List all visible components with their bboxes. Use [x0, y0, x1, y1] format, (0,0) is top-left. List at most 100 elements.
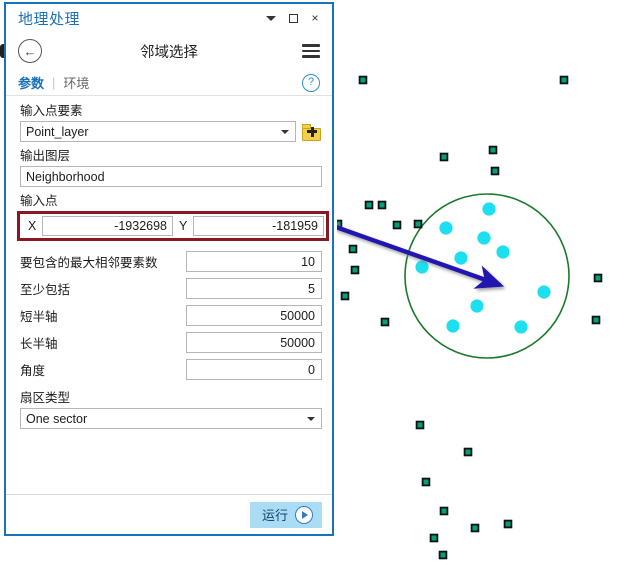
input-point-label: 输入点	[20, 194, 58, 208]
unselected-point[interactable]	[415, 420, 425, 430]
minor-semiaxis-value: 50000	[280, 308, 315, 323]
selected-point[interactable]	[470, 299, 484, 313]
angle-row: 角度 0	[20, 356, 322, 383]
unselected-point[interactable]	[503, 519, 513, 529]
input-point-highlight-box: X -1932698 Y -181959	[17, 211, 329, 241]
input-features-row: Point_layer	[20, 121, 322, 142]
panel-title-bar: 地理处理 ×	[6, 4, 332, 32]
play-icon	[295, 505, 313, 524]
min-neighbors-row: 至少包括 5	[20, 275, 322, 302]
run-button[interactable]: 运行	[249, 501, 322, 528]
unselected-point[interactable]	[392, 220, 402, 230]
plus-horizontal	[307, 130, 317, 133]
output-layer-input[interactable]: Neighborhood	[20, 166, 322, 187]
unselected-point[interactable]	[490, 166, 500, 176]
map-graphics	[337, 75, 603, 560]
y-coordinate-value: -181959	[272, 219, 318, 233]
angle-label: 角度	[20, 364, 46, 378]
close-icon: ×	[311, 11, 319, 25]
output-layer-value: Neighborhood	[26, 169, 105, 184]
unselected-point[interactable]	[350, 265, 360, 275]
hamburger-line	[302, 44, 320, 47]
output-layer-group: 输出图层 Neighborhood	[20, 149, 322, 187]
max-neighbors-value: 10	[301, 254, 315, 269]
input-features-label: 输入点要素	[20, 104, 83, 118]
unselected-point[interactable]	[438, 550, 448, 560]
parameters-form: 输入点要素 Point_layer 输出图层 Neighborhood 输入点 …	[6, 96, 332, 494]
max-neighbors-label: 要包含的最大相邻要素数	[20, 256, 158, 270]
output-layer-label: 输出图层	[20, 149, 71, 163]
unselected-point[interactable]	[348, 244, 358, 254]
angle-input[interactable]: 0	[186, 359, 322, 380]
unselected-point[interactable]	[559, 75, 569, 85]
add-data-folder-icon[interactable]	[302, 122, 322, 142]
chevron-down-icon	[307, 416, 315, 421]
unselected-point[interactable]	[593, 273, 603, 283]
play-triangle	[302, 510, 308, 519]
minor-semiaxis-input[interactable]: 50000	[186, 305, 322, 326]
major-semiaxis-input[interactable]: 50000	[186, 332, 322, 353]
selected-point[interactable]	[514, 320, 528, 334]
tab-separator: |	[52, 75, 56, 90]
unselected-point[interactable]	[413, 219, 423, 229]
selected-point[interactable]	[496, 245, 510, 259]
tab-environments[interactable]: 环境	[63, 73, 89, 92]
input-features-value: Point_layer	[26, 124, 89, 139]
panel-title: 地理处理	[18, 10, 81, 28]
selected-point[interactable]	[537, 285, 551, 299]
annotation-arrow	[337, 225, 505, 289]
input-point-group: 输入点 X -1932698 Y -181959	[17, 194, 329, 241]
selected-point[interactable]	[446, 319, 460, 333]
max-neighbors-row: 要包含的最大相邻要素数 10	[20, 248, 322, 275]
selected-point[interactable]	[482, 202, 496, 216]
maximize-icon	[288, 13, 298, 23]
selected-point[interactable]	[454, 251, 468, 265]
major-semiaxis-row: 长半轴 50000	[20, 329, 322, 356]
major-semiaxis-label: 长半轴	[20, 337, 58, 351]
unselected-point[interactable]	[421, 477, 431, 487]
minor-semiaxis-row: 短半轴 50000	[20, 302, 322, 329]
sector-type-group: 扇区类型 One sector	[20, 391, 322, 429]
tool-title: 邻域选择	[140, 44, 198, 61]
panel-close-button[interactable]: ×	[304, 8, 326, 28]
unselected-point[interactable]	[364, 200, 374, 210]
unselected-point[interactable]	[470, 523, 480, 533]
major-semiaxis-value: 50000	[280, 335, 315, 350]
max-neighbors-input[interactable]: 10	[186, 251, 322, 272]
x-coordinate-value: -1932698	[114, 219, 167, 233]
y-coordinate-input[interactable]: -181959	[193, 216, 324, 236]
panel-maximize-button[interactable]	[282, 8, 304, 28]
unselected-point[interactable]	[439, 506, 449, 516]
unselected-point[interactable]	[463, 447, 473, 457]
back-button[interactable]: ←	[18, 39, 42, 63]
unselected-point[interactable]	[591, 315, 601, 325]
selected-point[interactable]	[415, 260, 429, 274]
min-neighbors-label: 至少包括	[20, 283, 71, 297]
panel-menu-caret-button[interactable]	[260, 8, 282, 28]
unselected-point[interactable]	[358, 75, 368, 85]
unselected-point[interactable]	[439, 152, 449, 162]
unselected-point[interactable]	[340, 291, 350, 301]
map-canvas[interactable]	[337, 0, 643, 565]
sector-type-value: One sector	[26, 411, 88, 426]
min-neighbors-input[interactable]: 5	[186, 278, 322, 299]
tab-parameters[interactable]: 参数	[18, 73, 44, 92]
minor-semiaxis-label: 短半轴	[20, 310, 58, 324]
sector-type-label: 扇区类型	[20, 391, 71, 405]
sector-type-combo[interactable]: One sector	[20, 408, 322, 429]
unselected-point[interactable]	[429, 533, 439, 543]
x-coordinate-input[interactable]: -1932698	[42, 216, 173, 236]
selected-point[interactable]	[477, 231, 491, 245]
geoprocessing-panel: 地理处理 × ← 邻域选择 参数 | 环境 ? 输入点要素 Point_laye…	[4, 2, 334, 536]
input-features-combo[interactable]: Point_layer	[20, 121, 296, 142]
hamburger-menu-icon[interactable]	[302, 44, 320, 58]
unselected-point[interactable]	[488, 145, 498, 155]
hamburger-line	[302, 49, 320, 53]
selected-point[interactable]	[439, 221, 453, 235]
unselected-point[interactable]	[377, 200, 387, 210]
run-button-label: 运行	[261, 508, 288, 523]
unselected-point[interactable]	[380, 317, 390, 327]
panel-footer: 运行	[6, 494, 332, 534]
help-icon[interactable]: ?	[302, 73, 320, 92]
app-root: 地理处理 × ← 邻域选择 参数 | 环境 ? 输入点要素 Point_laye…	[0, 0, 643, 565]
